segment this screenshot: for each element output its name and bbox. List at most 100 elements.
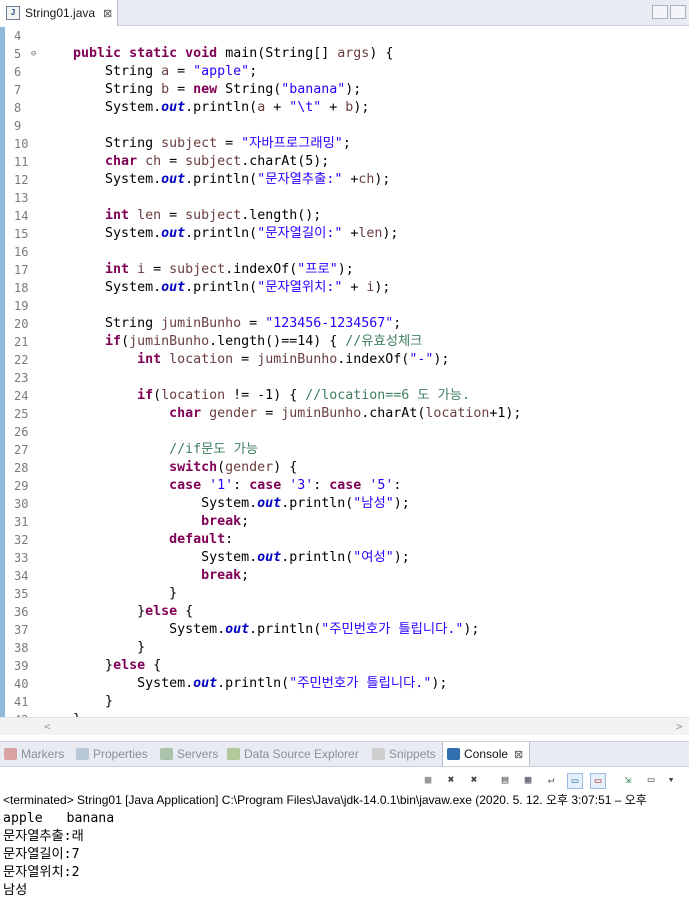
console-output[interactable]: apple banana 문자열추출:래 문자열길이:7 문자열위치:2 남성	[3, 810, 114, 900]
clear-console-icon[interactable]: ▤	[498, 773, 512, 787]
tab-data-source-label: Data Source Explorer	[244, 747, 359, 761]
code-token: "123456-1234567"	[265, 316, 394, 331]
code-text: switch(gender) {	[41, 459, 297, 477]
tab-console[interactable]: Console ⊠	[442, 742, 531, 766]
code-token: out	[193, 676, 218, 691]
scroll-lock-icon[interactable]: ▦	[521, 773, 535, 787]
remove-all-icon[interactable]: ✖	[467, 773, 481, 787]
code-token: );	[431, 676, 448, 691]
change-ruler-marker	[0, 693, 5, 711]
code-token: .charAt(5);	[241, 154, 330, 169]
remove-launch-icon[interactable]: ✖	[444, 773, 458, 787]
tab-servers[interactable]: Servers	[160, 742, 218, 766]
change-ruler-marker	[0, 387, 5, 405]
line-number: 36	[14, 605, 29, 619]
editor-tab-string01[interactable]: J String01.java ⊠	[0, 0, 118, 26]
code-token: "여성"	[353, 550, 394, 565]
code-token: "문자열추출:"	[257, 172, 343, 187]
maximize-editor-button[interactable]	[670, 5, 686, 19]
code-token: juminBunho	[129, 334, 210, 349]
minimize-editor-button[interactable]	[652, 5, 668, 19]
tab-data-source-explorer[interactable]: Data Source Explorer	[227, 742, 359, 766]
line-number: 40	[14, 677, 29, 691]
code-text: String a = "apple";	[41, 63, 257, 81]
console-output-line: 남성	[3, 883, 28, 898]
code-token: );	[345, 82, 362, 97]
code-token: System.	[41, 226, 162, 241]
scroll-left-icon[interactable]: <	[44, 720, 51, 733]
line-number: 31	[14, 515, 29, 529]
show-on-stdout-icon[interactable]: ▭	[567, 773, 583, 789]
code-token: );	[374, 280, 391, 295]
change-ruler-marker	[0, 477, 5, 495]
fold-toggle-icon[interactable]: ⊖	[31, 49, 36, 59]
line-number: 13	[14, 191, 29, 205]
close-console-icon[interactable]: ⊠	[514, 748, 523, 761]
code-token: ) {	[273, 460, 298, 475]
code-token: "apple"	[193, 64, 250, 79]
scroll-right-icon[interactable]: >	[676, 720, 683, 733]
code-token: juminBunho	[161, 316, 242, 331]
code-editor[interactable]: 4 5 ⊖ public static void main(String[] arg…	[0, 27, 689, 717]
line-number: 25	[14, 407, 29, 421]
open-console-icon[interactable]: ▾	[664, 773, 678, 787]
line-number: 29	[14, 479, 29, 493]
line-number: 11	[14, 155, 29, 169]
tab-markers[interactable]: Markers	[4, 742, 64, 766]
code-token: location	[425, 406, 490, 421]
markers-icon	[4, 748, 17, 760]
code-token: case	[169, 478, 202, 493]
pin-console-icon[interactable]: ⇲	[621, 773, 635, 787]
close-tab-icon[interactable]: ⊠	[103, 7, 112, 20]
code-token: "banana"	[281, 82, 346, 97]
code-token: );	[337, 262, 354, 277]
line-number: 7	[14, 83, 22, 97]
code-token: static	[129, 46, 178, 61]
change-ruler-marker	[0, 513, 5, 531]
tab-properties[interactable]: Properties	[76, 742, 148, 766]
editor-horizontal-scrollbar[interactable]: < >	[0, 717, 689, 735]
code-token: =	[161, 154, 186, 169]
code-token: +	[265, 100, 290, 115]
code-text: int len = subject.length();	[41, 207, 321, 225]
change-ruler-marker	[0, 567, 5, 585]
code-token: public	[73, 46, 122, 61]
line-number: 17	[14, 263, 29, 277]
code-token: }	[41, 640, 146, 655]
word-wrap-icon[interactable]: ↵	[544, 773, 558, 787]
display-console-icon[interactable]: ▭	[644, 773, 658, 787]
code-text: int location = juminBunho.indexOf("-");	[41, 351, 449, 369]
code-token: =	[217, 136, 242, 151]
code-text: System.out.println("남성");	[41, 495, 410, 513]
change-ruler-marker	[0, 531, 5, 549]
code-token: else	[113, 658, 146, 673]
change-ruler-marker	[0, 225, 5, 243]
code-token: .println(	[185, 100, 258, 115]
line-number: 23	[14, 371, 29, 385]
code-token: String	[41, 64, 162, 79]
show-on-stderr-icon[interactable]: ▭	[590, 773, 606, 789]
code-token: location	[161, 388, 226, 403]
code-token: int	[137, 352, 162, 367]
terminate-icon[interactable]: ■	[421, 773, 435, 787]
code-token: ;	[241, 568, 250, 583]
tab-snippets[interactable]: Snippets	[372, 742, 436, 766]
editor-tab-bar: J String01.java ⊠	[0, 0, 689, 26]
code-token: +	[342, 226, 359, 241]
code-token: default	[169, 532, 226, 547]
code-token: +	[342, 172, 359, 187]
code-token: System.	[41, 100, 162, 115]
code-token: juminBunho	[281, 406, 362, 421]
change-ruler-marker	[0, 171, 5, 189]
code-token: //location==6 도 가능.	[305, 388, 471, 403]
code-token: '1'	[209, 478, 234, 493]
code-token: );	[393, 550, 410, 565]
code-token: ch	[145, 154, 162, 169]
